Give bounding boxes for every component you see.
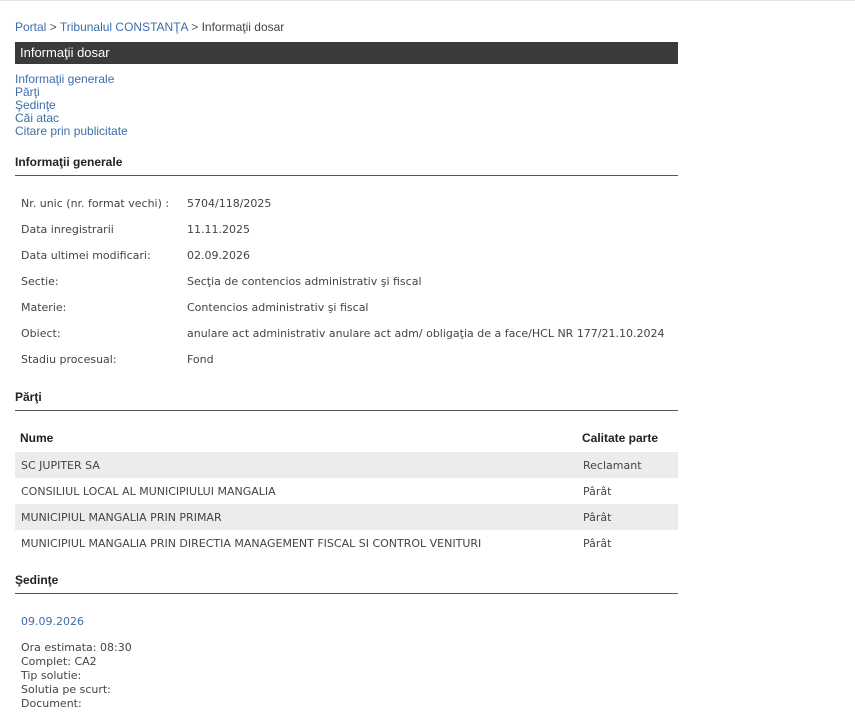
sedinta-solutia-pe-scurt: Solutia pe scurt:: [21, 683, 111, 696]
info-value: 5704/118/2025: [187, 197, 272, 210]
breadcrumb-portal-link[interactable]: Portal: [15, 20, 46, 34]
party-name: CONSILIUL LOCAL AL MUNICIPIULUI MANGALIA: [21, 485, 276, 498]
sedinta-details: Ora estimata: 08:30 Complet: CA2 Tip sol…: [21, 641, 132, 711]
info-value: 02.09.2026: [187, 249, 250, 262]
info-label: Data inregistrarii: [21, 223, 114, 236]
info-label: Materie:: [21, 301, 67, 314]
info-value: anulare act administrativ anulare act ad…: [187, 327, 665, 340]
table-row: SC JUPITER SA Reclamant: [15, 452, 678, 478]
table-row: CONSILIUL LOCAL AL MUNICIPIULUI MANGALIA…: [15, 478, 678, 504]
section-heading-parti: Părţi: [15, 390, 678, 411]
info-value: Contencios administrativ şi fiscal: [187, 301, 369, 314]
column-header-calitate-parte: Calitate parte: [582, 431, 659, 445]
anchor-citare-publicitate[interactable]: Citare prin publicitate: [15, 125, 128, 138]
party-role: Pârât: [583, 485, 612, 498]
table-row: MUNICIPIUL MANGALIA PRIN DIRECTIA MANAGE…: [15, 530, 678, 556]
page-title: Informaţii dosar: [15, 42, 678, 64]
breadcrumb-separator: >: [49, 20, 57, 34]
info-label: Data ultimei modificari:: [21, 249, 151, 262]
breadcrumb-tribunal-link[interactable]: Tribunalul CONSTANŢA: [60, 20, 188, 34]
party-role: Pârât: [583, 511, 612, 524]
party-name: SC JUPITER SA: [21, 459, 100, 472]
party-role: Reclamant: [583, 459, 642, 472]
column-header-nume: Nume: [20, 431, 54, 445]
sedinta-ora-estimata: Ora estimata: 08:30: [21, 641, 132, 654]
info-label: Nr. unic (nr. format vechi) :: [21, 197, 170, 210]
sedinta-document: Document:: [21, 697, 82, 710]
sedinta-complet: Complet: CA2: [21, 655, 97, 668]
info-value: Fond: [187, 353, 214, 366]
breadcrumb-separator: >: [191, 20, 199, 34]
sedinta-tip-solutie: Tip solutie:: [21, 669, 82, 682]
breadcrumb-current: Informaţii dosar: [201, 20, 285, 34]
info-label: Obiect:: [21, 327, 61, 340]
section-anchor-list: Informaţii generale Părţi Şedinţe Căi at…: [15, 73, 128, 138]
info-value: Secţia de contencios administrativ şi fi…: [187, 275, 422, 288]
info-label: Stadiu procesual:: [21, 353, 117, 366]
breadcrumb: Portal > Tribunalul CONSTANŢA > Informaţ…: [15, 20, 284, 34]
table-row: MUNICIPIUL MANGALIA PRIN PRIMAR Pârât: [15, 504, 678, 530]
info-value: 11.11.2025: [187, 223, 250, 236]
party-role: Pârât: [583, 537, 612, 550]
parti-table-header: Nume Calitate parte: [15, 425, 678, 449]
info-label: Sectie:: [21, 275, 59, 288]
section-heading-general: Informaţii generale: [15, 155, 678, 176]
section-heading-sedinte: Şedinţe: [15, 573, 678, 594]
party-name: MUNICIPIUL MANGALIA PRIN PRIMAR: [21, 511, 222, 524]
party-name: MUNICIPIUL MANGALIA PRIN DIRECTIA MANAGE…: [21, 537, 482, 550]
sedinta-date: 09.09.2026: [21, 615, 84, 628]
